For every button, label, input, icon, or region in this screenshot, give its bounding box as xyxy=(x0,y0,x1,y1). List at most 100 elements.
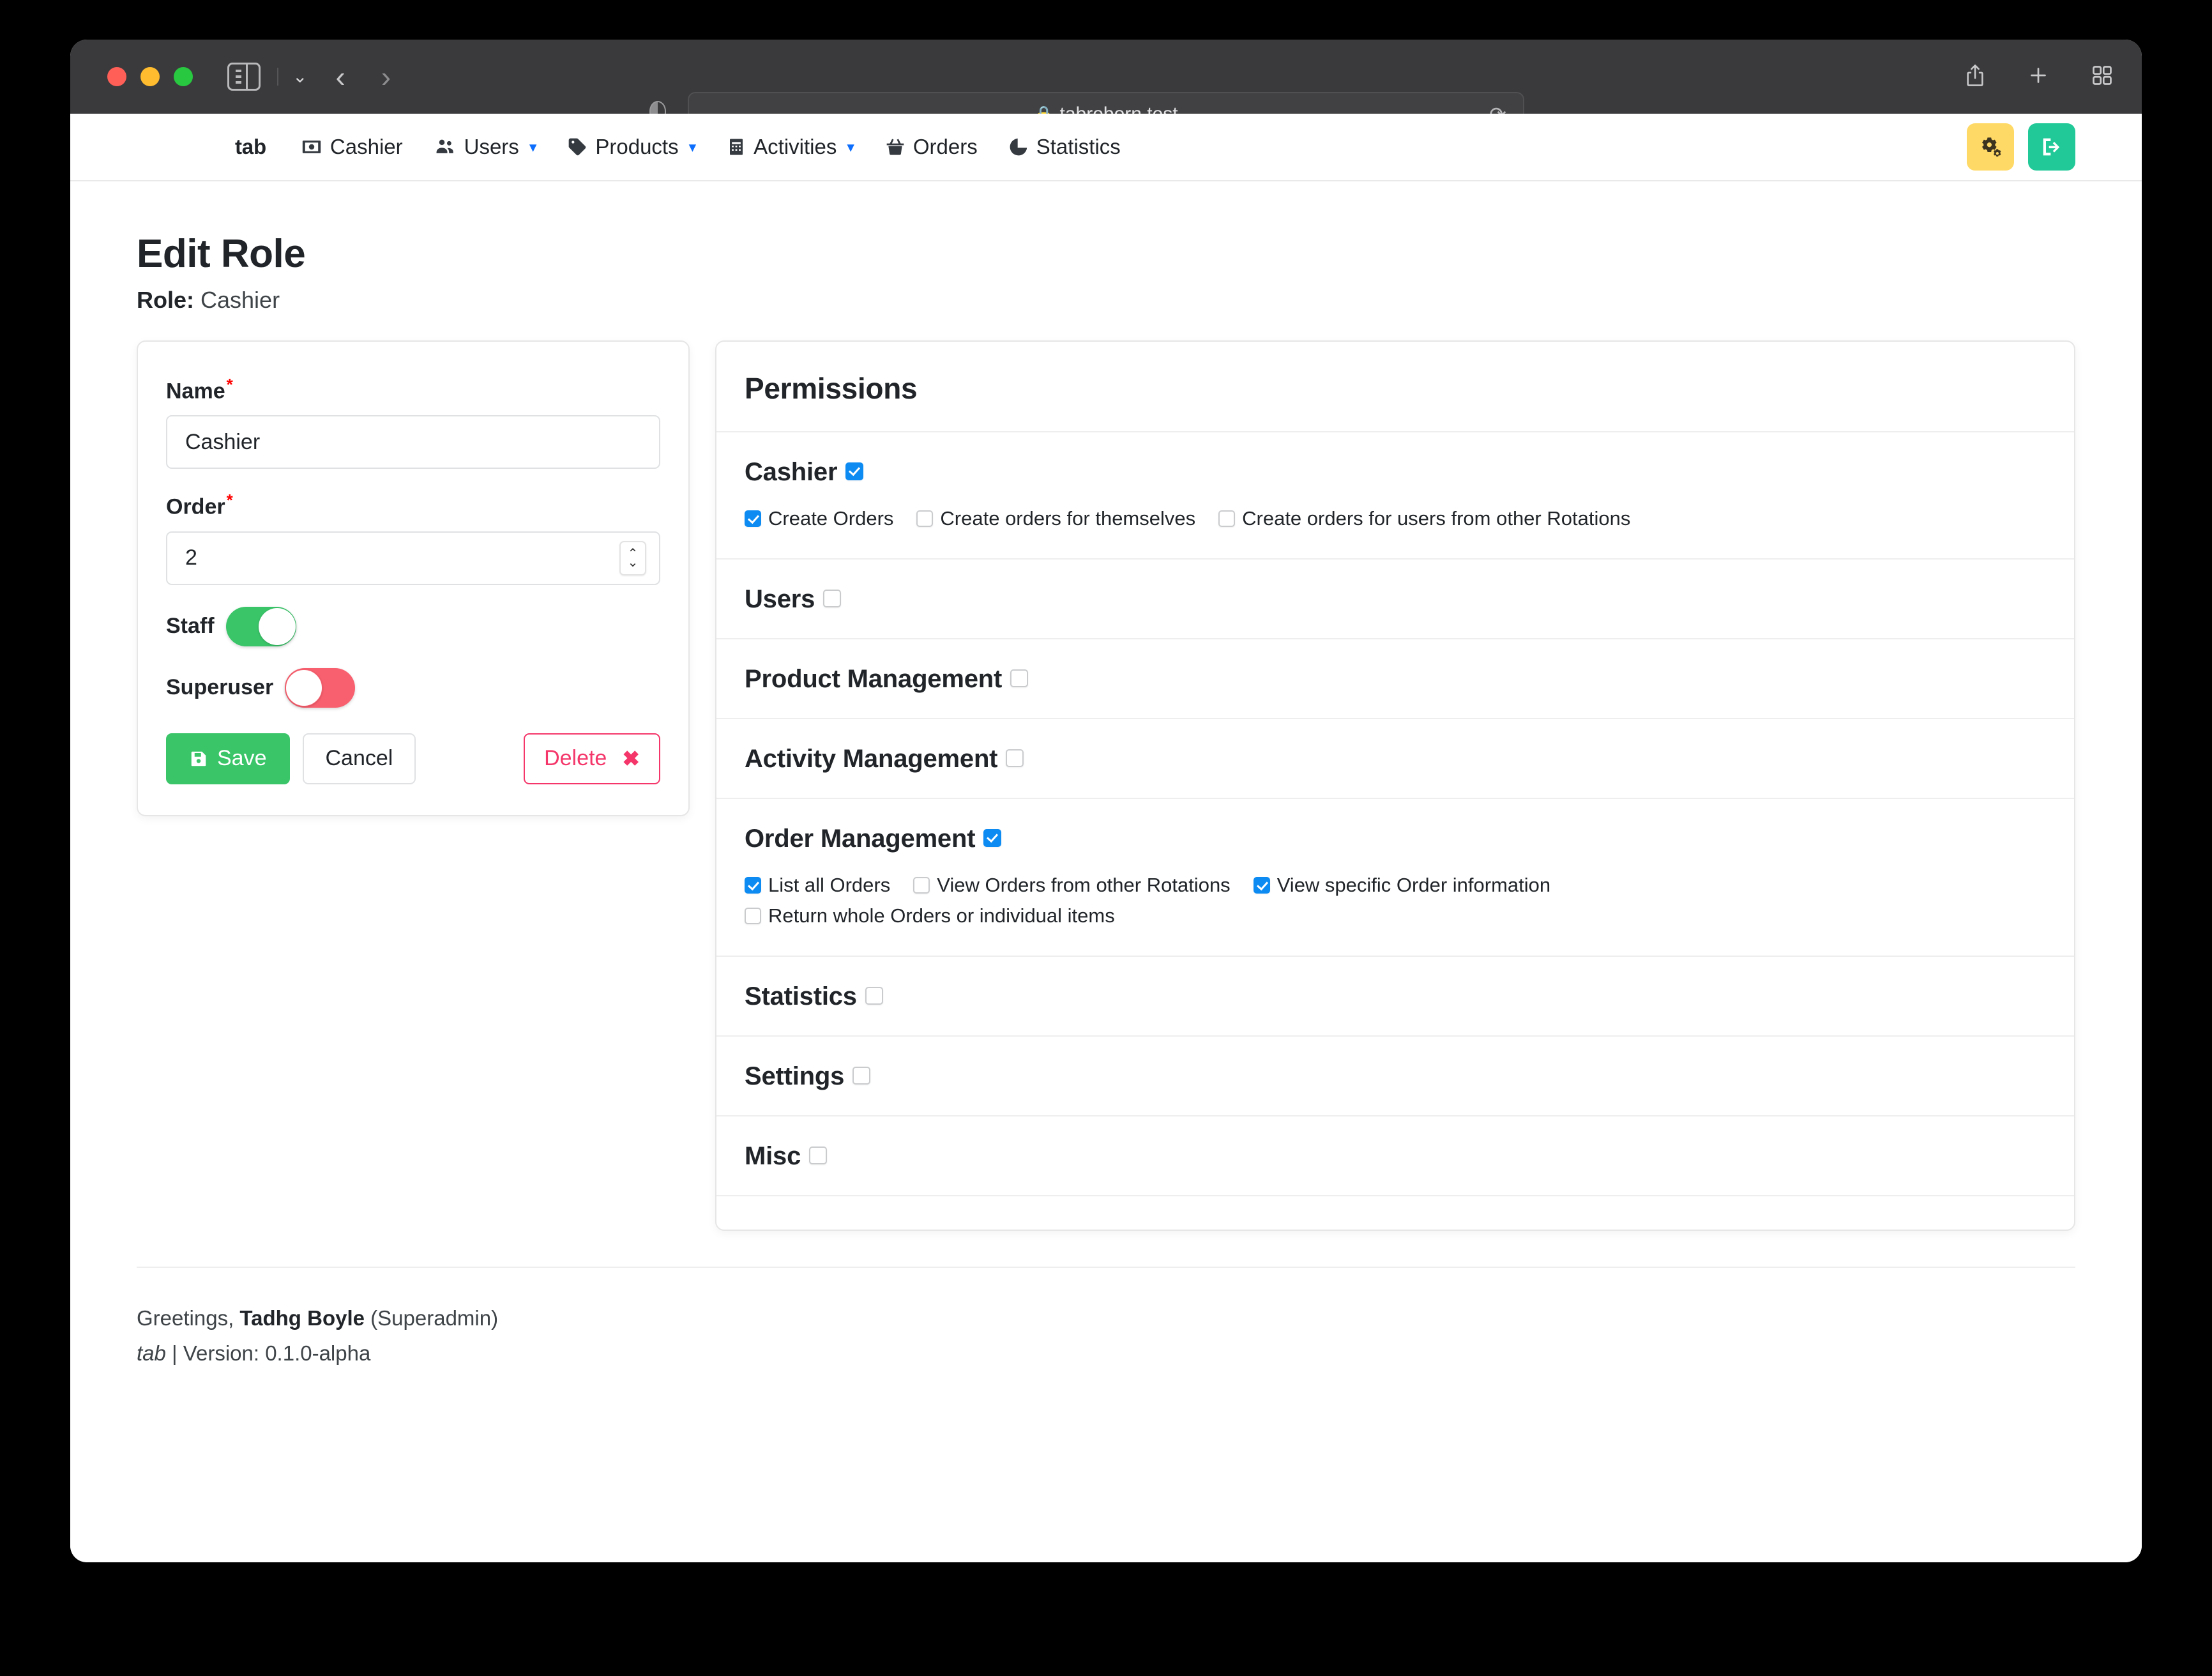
section-header[interactable]: Order Management xyxy=(745,825,2046,853)
section-checkbox[interactable] xyxy=(865,987,883,1005)
logout-button[interactable] xyxy=(2028,123,2075,171)
browser-toolbar-right xyxy=(1964,40,2114,114)
permission-checkbox[interactable] xyxy=(745,908,761,924)
section-header[interactable]: Statistics xyxy=(745,982,2046,1011)
delete-button-label: Delete xyxy=(544,746,607,771)
permission-checkbox[interactable] xyxy=(913,877,930,894)
page-title: Edit Role xyxy=(137,231,2075,277)
section-checkbox[interactable] xyxy=(852,1067,870,1085)
maximize-window-button[interactable] xyxy=(174,67,193,86)
section-checkbox[interactable] xyxy=(1006,749,1024,767)
close-window-button[interactable] xyxy=(107,67,126,86)
name-field-group: Name* Cashier xyxy=(166,375,660,469)
nav-item-cashier[interactable]: Cashier xyxy=(301,135,403,159)
permission-section-order-management: Order Management List all Orders View Or… xyxy=(716,798,2074,956)
permission-checkbox[interactable] xyxy=(745,877,761,894)
order-input-value: 2 xyxy=(185,545,197,570)
minimize-window-button[interactable] xyxy=(140,67,160,86)
permission-item[interactable]: Create orders for users from other Rotat… xyxy=(1218,503,1630,534)
section-checkbox[interactable] xyxy=(845,462,863,480)
footer-version-text: | Version: 0.1.0-alpha xyxy=(166,1341,370,1365)
nav-label: Orders xyxy=(913,135,978,159)
role-form-card: Name* Cashier Order* 2 ⌃ ⌄ xyxy=(137,340,690,816)
required-marker: * xyxy=(227,375,233,394)
name-input[interactable]: Cashier xyxy=(166,415,660,469)
nav-item-statistics[interactable]: Statistics xyxy=(1008,135,1121,159)
window-controls[interactable] xyxy=(107,67,193,86)
back-chevron-icon[interactable]: ‹ xyxy=(335,62,345,91)
settings-button[interactable] xyxy=(1967,123,2014,171)
footer-app-name: tab xyxy=(137,1341,166,1365)
greeting-prefix: Greetings, xyxy=(137,1306,239,1330)
permission-item[interactable]: List all Orders xyxy=(745,870,890,901)
floppy-disk-icon xyxy=(189,749,208,768)
section-name: Cashier xyxy=(745,458,837,487)
quantity-stepper[interactable]: ⌃ ⌄ xyxy=(619,541,646,575)
staff-toggle[interactable] xyxy=(226,607,296,646)
form-actions: Save Cancel Delete ✖ xyxy=(166,733,660,784)
sub-permissions: List all Orders View Orders from other R… xyxy=(745,870,2046,931)
nav-item-products[interactable]: Products ▾ xyxy=(567,135,696,159)
save-button[interactable]: Save xyxy=(166,733,290,784)
permission-checkbox[interactable] xyxy=(745,510,761,527)
plus-icon[interactable] xyxy=(2027,64,2050,90)
permissions-header: Permissions xyxy=(716,342,2074,431)
section-checkbox[interactable] xyxy=(809,1147,827,1164)
section-name: Settings xyxy=(745,1062,844,1091)
delete-button[interactable]: Delete ✖ xyxy=(524,733,660,784)
section-header[interactable]: Cashier xyxy=(745,458,2046,487)
permission-item[interactable]: Create Orders xyxy=(745,503,893,534)
permissions-title: Permissions xyxy=(745,371,2046,406)
superuser-toggle[interactable] xyxy=(285,668,355,708)
section-checkbox[interactable] xyxy=(1010,669,1028,687)
sidebar-toggle-icon[interactable] xyxy=(227,63,261,91)
section-name: Order Management xyxy=(745,825,975,853)
nav-label: Products xyxy=(595,135,678,159)
share-icon[interactable] xyxy=(1964,63,1986,91)
nav-item-orders[interactable]: Orders xyxy=(885,135,978,159)
permission-item[interactable]: View Orders from other Rotations xyxy=(913,870,1230,901)
nav-item-activities[interactable]: Activities ▾ xyxy=(727,135,854,159)
toggle-knob xyxy=(285,669,322,706)
section-header[interactable]: Settings xyxy=(745,1062,2046,1091)
stepper-down-icon[interactable]: ⌄ xyxy=(628,559,639,567)
footer-user-role: (Superadmin) xyxy=(365,1306,498,1330)
permission-item[interactable]: Return whole Orders or individual items xyxy=(745,901,2023,931)
order-input[interactable]: 2 ⌃ ⌄ xyxy=(166,531,660,585)
users-group-icon xyxy=(434,136,457,158)
permission-checkbox[interactable] xyxy=(1254,877,1270,894)
chevron-down-icon: ▾ xyxy=(529,139,537,156)
subtitle-label: Role: xyxy=(137,287,194,313)
page-footer: Greetings, Tadhg Boyle (Superadmin) tab … xyxy=(137,1267,2075,1371)
nav-label: Statistics xyxy=(1036,135,1121,159)
section-header[interactable]: Misc xyxy=(745,1142,2046,1171)
cancel-button[interactable]: Cancel xyxy=(303,733,416,784)
navbar-actions xyxy=(1967,123,2075,171)
section-header[interactable]: Product Management xyxy=(745,665,2046,694)
permission-item[interactable]: View specific Order information xyxy=(1254,870,1550,901)
permission-item[interactable]: Create orders for themselves xyxy=(916,503,1195,534)
basket-icon xyxy=(885,136,905,158)
nav-item-users[interactable]: Users ▾ xyxy=(434,135,537,159)
section-checkbox[interactable] xyxy=(983,829,1001,847)
brand-logo[interactable]: tab xyxy=(235,135,266,159)
cash-register-icon xyxy=(301,136,322,158)
app-navbar: tab Cashier xyxy=(70,114,2142,181)
chevron-down-icon[interactable]: ⌄ xyxy=(277,68,307,86)
permission-checkbox[interactable] xyxy=(1218,510,1235,527)
nav-label: Users xyxy=(464,135,519,159)
superuser-label: Superuser xyxy=(166,675,273,700)
tab-overview-icon[interactable] xyxy=(2091,64,2114,90)
forward-chevron-icon[interactable]: › xyxy=(381,62,391,91)
section-checkbox[interactable] xyxy=(823,590,841,607)
tag-icon xyxy=(567,136,587,158)
permission-section-activity-management: Activity Management xyxy=(716,718,2074,798)
footer-version: tab | Version: 0.1.0-alpha xyxy=(137,1336,2075,1371)
permission-section-cashier: Cashier Create Orders Create orders for … xyxy=(716,431,2074,558)
section-header[interactable]: Activity Management xyxy=(745,745,2046,773)
chevron-down-icon: ▾ xyxy=(847,139,854,156)
section-header[interactable]: Users xyxy=(745,585,2046,614)
nav-label: Activities xyxy=(754,135,837,159)
section-name: Product Management xyxy=(745,665,1002,694)
permission-checkbox[interactable] xyxy=(916,510,933,527)
